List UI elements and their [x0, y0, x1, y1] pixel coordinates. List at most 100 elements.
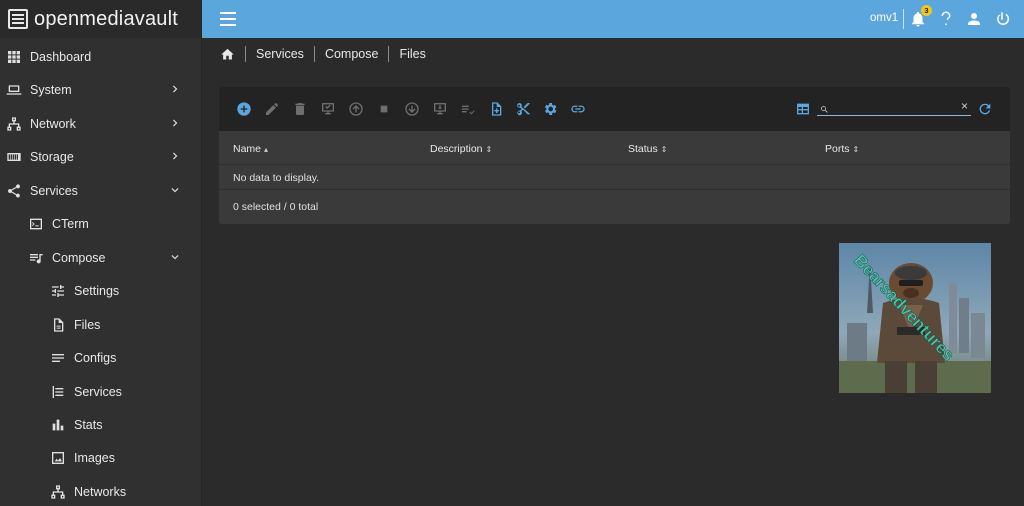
- selection-count: 0 selected / 0 total: [233, 201, 319, 213]
- arrow-down-circle-icon[interactable]: [404, 101, 420, 117]
- download-monitor-icon[interactable]: [432, 101, 448, 117]
- breadcrumb-item-files: Files: [399, 47, 426, 61]
- column-header-ports[interactable]: Ports ⇕: [825, 143, 859, 155]
- empty-message: No data to display.: [233, 172, 320, 184]
- chevron-right-icon: [168, 116, 182, 130]
- column-header-name[interactable]: Name ▴: [233, 143, 268, 155]
- power-icon[interactable]: [993, 10, 1011, 28]
- edit-icon[interactable]: [264, 101, 280, 117]
- sidebar-item-label: Configs: [74, 350, 117, 365]
- breadcrumb-item-compose[interactable]: Compose: [325, 47, 379, 61]
- storage-icon: [6, 149, 22, 165]
- hamburger-menu-icon[interactable]: [220, 12, 236, 26]
- terminal-icon: [28, 216, 44, 232]
- search-input[interactable]: [833, 99, 953, 114]
- breadcrumb-separator: [245, 46, 246, 62]
- lines-icon: [50, 350, 66, 366]
- file-plus-icon[interactable]: [488, 101, 504, 117]
- dashboard-grid-icon: [6, 49, 22, 65]
- sidebar-item-label: Network: [30, 116, 76, 131]
- sidebar-item-label: Images: [74, 450, 115, 465]
- sidebar: openmediavault Dashboard System Network …: [0, 0, 202, 506]
- scissors-icon[interactable]: [515, 101, 531, 117]
- user-icon[interactable]: [965, 10, 983, 28]
- column-header-status[interactable]: Status ⇕: [628, 143, 667, 155]
- table-columns-icon[interactable]: [795, 101, 811, 117]
- sidebar-item-label: Services: [74, 384, 122, 399]
- add-icon[interactable]: [236, 101, 252, 117]
- top-bar: omv1 3: [202, 0, 1024, 38]
- table-header: Name ▴ Description ⇕ Status ⇕ Ports ⇕: [219, 131, 1010, 165]
- sidebar-item-label: Compose: [52, 250, 106, 265]
- openmediavault-logo-icon: [8, 9, 28, 29]
- sidebar-item-configs[interactable]: Configs: [0, 341, 202, 374]
- stop-icon[interactable]: [376, 101, 392, 117]
- laptop-icon: [6, 82, 22, 98]
- sidebar-item-label: Dashboard: [30, 49, 92, 64]
- hostname-label: omv1: [870, 12, 899, 24]
- sort-icon: ⇕: [852, 145, 860, 154]
- sidebar-item-system[interactable]: System: [0, 73, 202, 106]
- sidebar-item-dashboard[interactable]: Dashboard: [0, 40, 202, 73]
- sidebar-item-label: System: [30, 82, 72, 97]
- sidebar-item-services[interactable]: Services: [0, 174, 202, 207]
- sidebar-item-cterm[interactable]: CTerm: [0, 207, 202, 240]
- sidebar-item-network[interactable]: Network: [0, 107, 202, 140]
- notification-badge: 3: [921, 5, 932, 16]
- breadcrumb-separator: [388, 46, 390, 62]
- help-icon[interactable]: [937, 10, 955, 28]
- sort-icon: ⇕: [485, 145, 493, 154]
- sidebar-item-compose[interactable]: Compose: [0, 241, 202, 274]
- arrow-up-circle-icon[interactable]: [348, 101, 364, 117]
- chevron-down-icon: [168, 183, 182, 197]
- search-icon: [820, 101, 829, 113]
- table-toolbar: ×: [219, 87, 1010, 131]
- sidebar-item-networks[interactable]: Networks: [0, 475, 202, 506]
- refresh-icon[interactable]: [977, 101, 993, 117]
- image-icon: [50, 450, 66, 466]
- empty-table-row: No data to display.: [219, 165, 1010, 190]
- sidebar-item-services-sub[interactable]: Services: [0, 375, 202, 408]
- sidebar-item-label: Storage: [30, 149, 74, 164]
- sidebar-item-images[interactable]: Images: [0, 441, 202, 474]
- sidebar-item-label: Networks: [74, 484, 127, 499]
- share-icon: [6, 183, 22, 199]
- check-monitor-icon[interactable]: [320, 101, 336, 117]
- file-icon: [50, 317, 66, 333]
- breadcrumb-item-services[interactable]: Services: [256, 47, 304, 61]
- playlist-music-icon: [28, 250, 44, 266]
- brand-title: openmediavault: [34, 7, 179, 30]
- sort-icon: ⇕: [660, 145, 668, 154]
- sidebar-item-files[interactable]: Files: [0, 308, 202, 341]
- list-box-icon: [50, 384, 66, 400]
- chevron-right-icon: [168, 82, 182, 96]
- sort-asc-icon: ▴: [264, 145, 269, 154]
- bearsadventures-image: Bearsadventures: [839, 243, 991, 393]
- sidebar-item-settings[interactable]: Settings: [0, 274, 202, 307]
- datatable-panel: × Name ▴ Description ⇕ Status ⇕ Ports ⇕ No d…: [219, 87, 1010, 224]
- tune-icon: [50, 283, 66, 299]
- brand[interactable]: openmediavault: [0, 0, 201, 38]
- network-icon: [6, 116, 22, 132]
- gear-icon[interactable]: [542, 101, 558, 117]
- sidebar-item-label: Services: [30, 183, 78, 198]
- column-header-description[interactable]: Description ⇕: [430, 143, 492, 155]
- check-list-icon[interactable]: [460, 101, 476, 117]
- sidebar-item-stats[interactable]: Stats: [0, 408, 202, 441]
- top-bar-divider: [903, 9, 904, 29]
- sidebar-item-label: Settings: [74, 283, 120, 298]
- table-footer: 0 selected / 0 total: [219, 190, 1010, 223]
- link-icon[interactable]: [570, 101, 586, 117]
- sidebar-item-storage[interactable]: Storage: [0, 140, 202, 173]
- sidebar-item-label: Files: [74, 317, 101, 332]
- chevron-down-icon: [168, 250, 182, 264]
- breadcrumb: Services Compose Files: [220, 44, 426, 64]
- search-field[interactable]: ×: [817, 99, 971, 116]
- chevron-right-icon: [168, 149, 182, 163]
- network-icon: [50, 484, 66, 500]
- home-icon[interactable]: [220, 47, 235, 62]
- clear-search-icon[interactable]: ×: [961, 99, 968, 113]
- breadcrumb-separator: [313, 46, 315, 62]
- sidebar-item-label: Stats: [74, 417, 103, 432]
- delete-icon[interactable]: [292, 101, 308, 117]
